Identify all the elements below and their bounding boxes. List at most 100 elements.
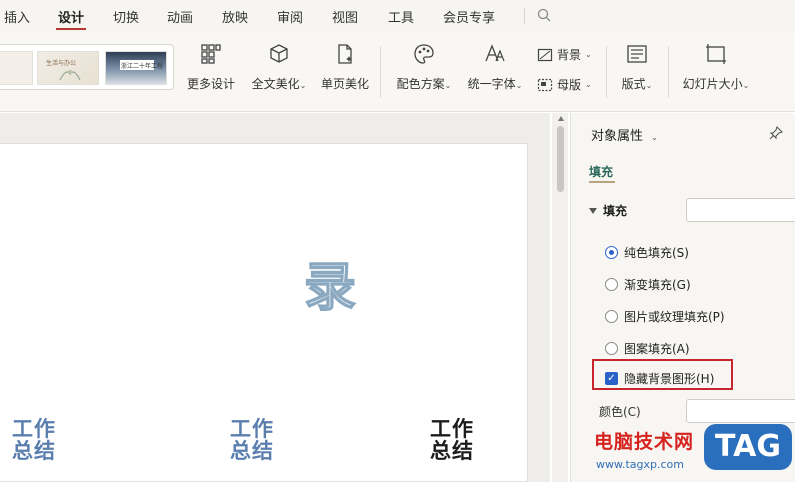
- chevron-down-icon: ⌄: [515, 81, 523, 90]
- tab-fill[interactable]: 填充: [589, 163, 613, 180]
- font-icon: [485, 44, 505, 62]
- menu-review[interactable]: 审阅: [277, 7, 303, 26]
- tab-fill-underline: [589, 181, 615, 183]
- radio-button[interactable]: [605, 278, 618, 291]
- active-tab-underline: [56, 28, 86, 30]
- menu-member[interactable]: 会员专享: [443, 7, 495, 26]
- background-label: 背景: [557, 48, 582, 62]
- menu-view[interactable]: 视图: [332, 7, 358, 26]
- menu-transitions[interactable]: 切换: [113, 7, 139, 26]
- panel-title-label: 对象属性: [591, 129, 644, 144]
- radio-pattern-fill[interactable]: 图案填充(A): [605, 340, 690, 357]
- unify-font-button[interactable]: 统一字体⌄: [465, 42, 525, 92]
- slide-text-line: 总结: [430, 439, 474, 463]
- slide-text-line: 总结: [12, 439, 56, 463]
- slide-size-icon: [706, 44, 726, 64]
- grid-icon: [201, 44, 221, 64]
- menu-animations[interactable]: 动画: [167, 7, 193, 26]
- scroll-up-arrow-icon[interactable]: [558, 116, 564, 121]
- template-thumb-1[interactable]: [0, 51, 33, 85]
- slide-workspace[interactable]: 录 工作 总结 工作 总结 工作 总结: [0, 113, 550, 482]
- radio-picture-texture-fill-label: 图片或纹理填充(P): [624, 310, 725, 324]
- slide-text-block-2[interactable]: 工作 总结: [230, 418, 274, 462]
- page-beautify-button[interactable]: 单页美化: [320, 42, 370, 92]
- master-label: 母版: [557, 78, 582, 92]
- slide-text-block-1[interactable]: 工作 总结: [12, 418, 56, 462]
- chevron-down-icon: ⌄: [444, 81, 452, 90]
- menu-insert[interactable]: 插入: [4, 7, 30, 26]
- color-label: 颜色(C): [599, 405, 641, 419]
- layout-button[interactable]: 版式⌄: [617, 42, 657, 92]
- slide-text-line: 总结: [230, 439, 274, 463]
- radio-picture-texture-fill[interactable]: 图片或纹理填充(P): [605, 308, 725, 325]
- layout-icon: [627, 45, 647, 63]
- master-icon: [537, 78, 553, 91]
- layout-label: 版式: [621, 77, 646, 91]
- slide-text-block-3[interactable]: 工作 总结: [430, 418, 474, 462]
- slide-size-button[interactable]: 幻灯片大小⌄: [680, 42, 752, 92]
- slide-title-glyph[interactable]: 录: [303, 245, 357, 320]
- watermark-url: www.tagxp.com: [596, 458, 684, 471]
- menu-tools[interactable]: 工具: [388, 7, 414, 26]
- collapse-triangle-icon: [589, 208, 597, 214]
- chevron-down-icon: ⌄: [585, 80, 592, 89]
- plant-illustration-icon: [59, 70, 81, 81]
- master-button[interactable]: 母版 ⌄: [537, 76, 592, 93]
- menu-design[interactable]: 设计: [58, 7, 84, 26]
- hide-background-graphics-label: 隐藏背景图形(H): [624, 372, 715, 386]
- chevron-down-icon: ⌄: [299, 81, 307, 90]
- template-thumb-3-title: 浙江二十年工程: [121, 63, 164, 70]
- fill-section-label: 填充: [603, 204, 628, 218]
- radio-gradient-fill[interactable]: 渐变填充(G): [605, 276, 691, 293]
- menu-bar: 插入 设计 切换 动画 放映 审阅 视图 工具 会员专享: [0, 0, 795, 32]
- menu-divider: [524, 8, 525, 24]
- radio-solid-fill[interactable]: 纯色填充(S): [605, 244, 689, 261]
- pin-icon[interactable]: [768, 125, 784, 141]
- fill-dropdown[interactable]: [686, 198, 795, 222]
- full-beautify-button[interactable]: 全文美化⌄: [250, 42, 308, 92]
- menu-slideshow[interactable]: 放映: [222, 7, 248, 26]
- slide-text-line: 工作: [12, 417, 56, 441]
- fill-section-header[interactable]: 填充: [589, 202, 627, 219]
- page-beautify-label: 单页美化: [320, 77, 369, 91]
- checkmark-icon[interactable]: ✓: [605, 372, 618, 385]
- design-ribbon: 生活与办公 浙江二十年工程 更多设计 全文美化⌄ 单页美化 配色方案⌄ 统一字体…: [0, 32, 795, 112]
- radio-button[interactable]: [605, 246, 618, 259]
- full-beautify-label: 全文美化: [251, 77, 300, 91]
- more-design-label: 更多设计: [186, 77, 235, 91]
- color-scheme-button[interactable]: 配色方案⌄: [394, 42, 454, 92]
- cube-icon: [270, 44, 288, 63]
- slide-canvas[interactable]: 录 工作 总结 工作 总结 工作 总结: [0, 143, 528, 482]
- background-icon: [537, 48, 553, 61]
- slide-text-line: 工作: [230, 417, 274, 441]
- background-button[interactable]: 背景 ⌄: [537, 46, 592, 63]
- palette-icon: [414, 44, 434, 64]
- chevron-down-icon: ⌄: [585, 50, 592, 59]
- search-icon[interactable]: [536, 7, 552, 23]
- page-sparkle-icon: [338, 44, 352, 64]
- color-scheme-label: 配色方案: [396, 77, 445, 91]
- slide-size-label: 幻灯片大小: [682, 77, 743, 91]
- scrollbar-thumb[interactable]: [557, 126, 564, 192]
- ribbon-divider: [606, 46, 607, 98]
- chevron-down-icon: ⌄: [651, 133, 658, 142]
- slide-text-line: 工作: [430, 417, 474, 441]
- radio-gradient-fill-label: 渐变填充(G): [624, 278, 691, 292]
- template-thumb-3[interactable]: 浙江二十年工程: [105, 51, 167, 85]
- watermark-tag-logo: TAG: [704, 424, 792, 470]
- template-thumb-2[interactable]: 生活与办公: [37, 51, 99, 85]
- ribbon-divider: [380, 46, 381, 98]
- hide-background-graphics-checkbox[interactable]: ✓ 隐藏背景图形(H): [605, 370, 714, 387]
- more-design-button[interactable]: 更多设计: [186, 42, 236, 92]
- watermark-title: 电脑技术网: [594, 431, 695, 453]
- panel-title[interactable]: 对象属性 ⌄: [591, 125, 658, 144]
- chevron-down-icon: ⌄: [742, 81, 750, 90]
- unify-font-label: 统一字体: [467, 77, 516, 91]
- radio-pattern-fill-label: 图案填充(A): [624, 342, 690, 356]
- ribbon-divider: [668, 46, 669, 98]
- radio-button[interactable]: [605, 310, 618, 323]
- radio-button[interactable]: [605, 342, 618, 355]
- radio-solid-fill-label: 纯色填充(S): [624, 246, 689, 260]
- design-template-gallery: 生活与办公 浙江二十年工程: [0, 44, 174, 90]
- color-dropdown[interactable]: [686, 399, 795, 423]
